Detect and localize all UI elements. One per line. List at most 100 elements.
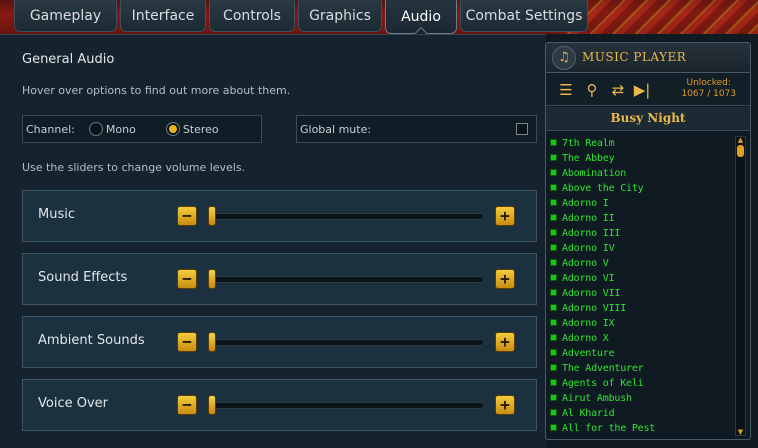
scroll-thumb[interactable] <box>737 145 744 157</box>
music-slider-track[interactable] <box>210 213 484 220</box>
track-list-item[interactable]: Adorno VI <box>550 271 730 286</box>
general-audio-heading: General Audio <box>22 52 115 67</box>
tab-graphics[interactable]: Graphics <box>298 0 382 32</box>
unlocked-track-icon <box>550 259 557 266</box>
voice-over-increase-button[interactable]: + <box>495 395 515 415</box>
music-slider-handle[interactable] <box>208 206 216 226</box>
track-list-item[interactable]: Adorno II <box>550 211 730 226</box>
track-name: Airut Ambush <box>562 393 632 404</box>
track-name: Adorno IV <box>562 243 615 254</box>
unlocked-track-icon <box>550 304 557 311</box>
tab-combat-settings[interactable]: Combat Settings <box>460 0 588 32</box>
track-name: Adorno X <box>562 333 609 344</box>
unlocked-track-icon <box>550 154 557 161</box>
track-list-item[interactable]: Adorno IV <box>550 241 730 256</box>
sound-effects-slider-row: Sound Effects − + <box>22 253 537 305</box>
tab-interface[interactable]: Interface <box>120 0 206 32</box>
track-name: Adorno VI <box>562 273 615 284</box>
tab-bar: Gameplay Interface Controls Graphics Aud… <box>0 0 758 34</box>
track-name: Abomination <box>562 168 627 179</box>
track-list-item[interactable]: Adorno V <box>550 256 730 271</box>
tab-controls[interactable]: Controls <box>209 0 295 32</box>
unlocked-track-icon <box>550 199 557 206</box>
track-name: Adorno V <box>562 258 609 269</box>
search-icon[interactable]: ⚲ <box>582 80 602 100</box>
unlocked-label: Unlocked: <box>686 78 731 88</box>
shuffle-icon[interactable]: ⇄ <box>608 80 628 100</box>
track-list-item[interactable]: All for the Pest <box>550 421 730 436</box>
sound-effects-slider-handle[interactable] <box>208 269 216 289</box>
scroll-up-arrow[interactable]: ▲ <box>735 136 746 144</box>
tab-audio[interactable]: Audio <box>385 0 457 34</box>
track-list-item[interactable]: Adventure <box>550 346 730 361</box>
unlocked-track-icon <box>550 214 557 221</box>
ambient-sounds-label: Ambient Sounds <box>38 333 145 348</box>
slider-hint: Use the sliders to change volume levels. <box>22 161 246 174</box>
track-name: All for the Pest <box>562 423 656 434</box>
channel-box: Channel: Mono Stereo <box>22 115 262 143</box>
track-name: Adorno VII <box>562 288 621 299</box>
ambient-sounds-increase-button[interactable]: + <box>495 332 515 352</box>
stereo-radio[interactable] <box>165 122 180 136</box>
track-name: The Adventurer <box>562 363 644 374</box>
skip-next-icon[interactable]: ▶| <box>632 80 652 100</box>
unlocked-track-icon <box>550 319 557 326</box>
music-decrease-button[interactable]: − <box>177 206 197 226</box>
track-list-scrollbar[interactable]: ▲ ▼ <box>735 136 746 436</box>
track-list-item[interactable]: Airut Ambush <box>550 391 730 406</box>
track-name: Agents of Keli <box>562 378 644 389</box>
audio-settings-panel: General Audio Hover over options to find… <box>0 34 546 448</box>
unlocked-track-icon <box>550 394 557 401</box>
stereo-label: Stereo <box>182 122 219 136</box>
track-list-item[interactable]: Adorno VIII <box>550 301 730 316</box>
voice-over-label: Voice Over <box>38 396 108 411</box>
track-name: Adorno III <box>562 228 621 239</box>
unlocked-count: 1067 / 1073 <box>681 89 736 99</box>
scroll-down-arrow[interactable]: ▼ <box>735 428 746 436</box>
unlocked-track-icon <box>550 244 557 251</box>
track-list-item[interactable]: Adorno VII <box>550 286 730 301</box>
music-label: Music <box>38 207 75 222</box>
global-mute-checkbox[interactable] <box>516 123 528 135</box>
ambient-sounds-slider-handle[interactable] <box>208 332 216 352</box>
music-increase-button[interactable]: + <box>495 206 515 226</box>
unlocked-track-icon <box>550 169 557 176</box>
active-tab-indicator <box>413 26 429 34</box>
tab-gameplay[interactable]: Gameplay <box>14 0 117 32</box>
voice-over-slider-handle[interactable] <box>208 395 216 415</box>
track-list-item[interactable]: The Adventurer <box>550 361 730 376</box>
track-list-item[interactable]: Adorno IX <box>550 316 730 331</box>
sound-effects-decrease-button[interactable]: − <box>177 269 197 289</box>
track-list-item[interactable]: 7th Realm <box>550 136 730 151</box>
track-list-item[interactable]: Adorno X <box>550 331 730 346</box>
unlocked-track-icon <box>550 364 557 371</box>
track-list-item[interactable]: Adorno III <box>550 226 730 241</box>
ambient-sounds-slider-track[interactable] <box>210 339 484 346</box>
music-player-title: MUSIC PLAYER <box>582 50 687 64</box>
track-list-item[interactable]: Al Kharid <box>550 406 730 421</box>
now-playing-title: Busy Night <box>546 107 750 131</box>
music-player-panel: ♫ MUSIC PLAYER ☰ ⚲ ⇄ ▶| Unlocked: 1067 /… <box>545 42 751 440</box>
track-list-item[interactable]: Above the City <box>550 181 730 196</box>
music-slider-row: Music − + <box>22 190 537 242</box>
track-list-item[interactable]: The Abbey <box>550 151 730 166</box>
voice-over-slider-track[interactable] <box>210 402 484 409</box>
playlist-icon[interactable]: ☰ <box>556 80 576 100</box>
sound-effects-slider-track[interactable] <box>210 276 484 283</box>
unlocked-counter: Unlocked: 1067 / 1073 <box>681 78 736 100</box>
ambient-sounds-decrease-button[interactable]: − <box>177 332 197 352</box>
track-list: 7th Realm The Abbey Abomination Above the C… <box>550 136 730 436</box>
track-name: The Abbey <box>562 153 615 164</box>
track-list-item[interactable]: Agents of Keli <box>550 376 730 391</box>
track-name: Adorno IX <box>562 318 615 329</box>
mono-radio[interactable] <box>88 122 103 136</box>
music-player-header: ♫ MUSIC PLAYER <box>546 43 750 73</box>
track-list-item[interactable]: Abomination <box>550 166 730 181</box>
track-list-item[interactable]: Adorno I <box>550 196 730 211</box>
unlocked-track-icon <box>550 379 557 386</box>
global-mute-label: Global mute: <box>300 122 372 136</box>
voice-over-decrease-button[interactable]: − <box>177 395 197 415</box>
sound-effects-increase-button[interactable]: + <box>495 269 515 289</box>
mono-label: Mono <box>105 122 136 136</box>
unlocked-track-icon <box>550 139 557 146</box>
